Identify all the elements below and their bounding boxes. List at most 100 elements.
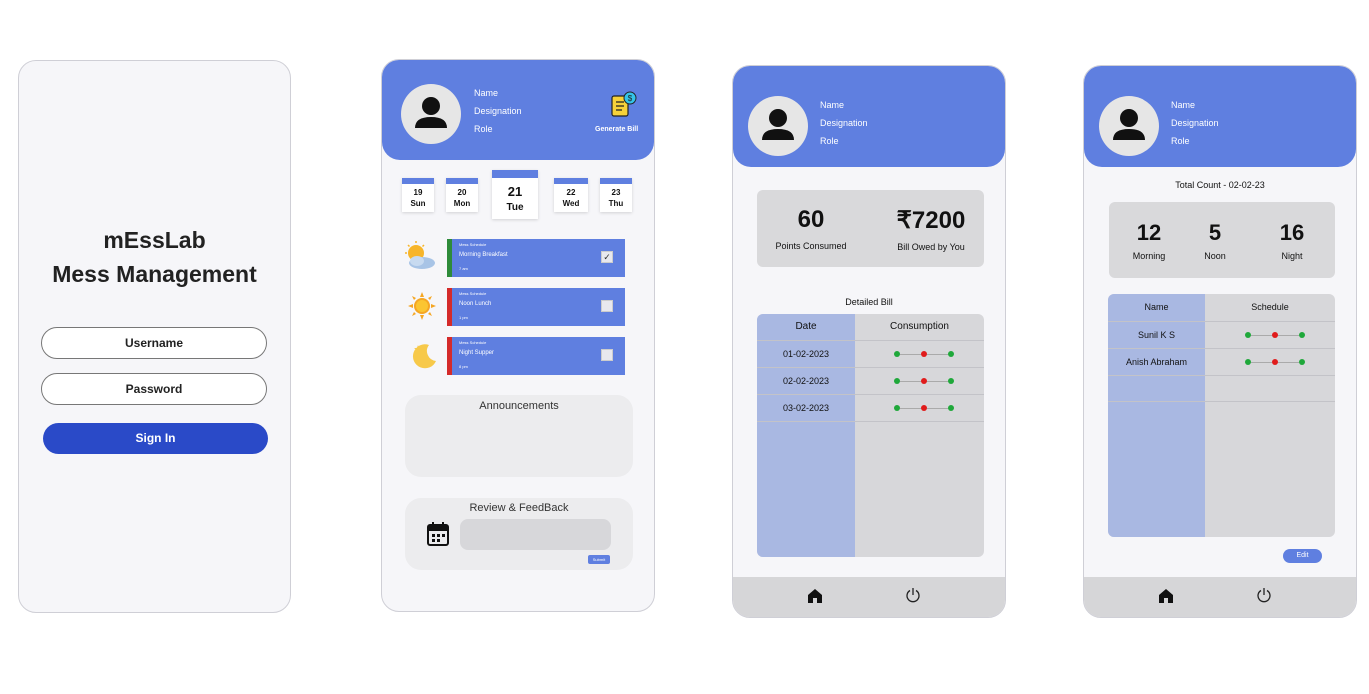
admin-screen: Name Designation Role Total Count - 02-0… [1083,65,1357,618]
detailed-bill-title: Detailed Bill [845,297,893,307]
count-summary-card: 12 Morning 5 Noon 16 Night [1109,202,1335,278]
morning-count: 12 [1136,220,1162,245]
review-panel: Review & FeedBack Submit [405,498,633,570]
edit-button[interactable]: Edit [1283,549,1322,563]
feedback-input[interactable] [460,519,611,550]
dot-connector [1251,361,1272,363]
detailed-bill-table: Date Consumption 01-02-2023 02-02-2023 0… [757,314,984,557]
dot-connector [1278,334,1299,336]
announcements-panel: Announcements [405,395,633,477]
dot-connector [900,380,921,382]
app-name: mEssLab [103,227,206,253]
green-status-dot [1245,332,1251,338]
consumption-indicator [894,351,954,357]
dot-connector [1251,334,1272,336]
red-status-dot [1272,359,1278,365]
calendar-icon[interactable] [427,522,449,551]
sun-icon [408,292,436,325]
schedule-indicator [1245,359,1305,365]
profile-header: Name Designation Role $ Generate Bill [382,60,654,160]
profile-name: Name [474,88,499,98]
red-status-dot [921,351,927,357]
column-header-date: Date [795,321,817,332]
points-value: 60 [797,206,825,233]
generate-bill-label[interactable]: Generate Bill [595,126,638,133]
column-header-consumption: Consumption [890,321,949,332]
sign-in-button[interactable]: Sign In [43,423,268,454]
table-row[interactable]: 01-02-2023 [757,341,984,367]
noon-label: Noon [1204,251,1226,261]
bill-screen: Name Designation Role 60 Points Consumed… [732,65,1006,618]
column-header-name: Name [1144,302,1169,312]
schedule-table: Name Schedule Sunil K S Anish Abraham [1108,294,1335,537]
morning-label: Morning [1132,251,1166,261]
day-chip[interactable]: 23 Thu [600,178,632,212]
consumption-indicator [894,405,954,411]
sun-cloud-icon [402,240,438,277]
green-status-dot [1299,359,1305,365]
schedule-indicator [1245,332,1305,338]
dot-connector [900,353,921,355]
red-status-dot [921,378,927,384]
day-chip[interactable]: 20 Mon [446,178,478,212]
profile-designation: Designation [474,106,522,116]
checkbox-icon[interactable]: ✓ [601,251,613,263]
review-title: Review & FeedBack [469,502,569,514]
day-chip[interactable]: 22 Wed [554,178,588,212]
bill-scroll-icon[interactable]: $ [608,90,638,125]
green-status-dot [1299,332,1305,338]
bottom-nav [1084,577,1356,617]
day-chip[interactable]: 19 Sun [402,178,434,212]
table-row[interactable]: 02-02-2023 [757,368,984,394]
green-status-dot [894,378,900,384]
red-status-dot [1272,332,1278,338]
power-icon[interactable] [905,587,921,608]
login-screen: mEssLab Mess Management Username Passwor… [18,60,291,613]
noon-count: 5 [1208,220,1222,245]
checkbox-icon[interactable] [601,349,613,361]
green-status-dot [894,351,900,357]
svg-text:$: $ [628,94,633,103]
consumption-indicator [894,378,954,384]
bill-summary-card: 60 Points Consumed ₹7200 Bill Owed by Yo… [757,190,984,267]
username-field[interactable]: Username [41,327,267,359]
meal-card-lunch[interactable]: Mess Schedule Noon Lunch 1 pm [447,288,625,326]
home-icon[interactable] [1158,588,1174,609]
night-count: 16 [1279,220,1305,245]
password-field[interactable]: Password [41,373,267,405]
green-status-dot [894,405,900,411]
checkbox-icon[interactable] [601,300,613,312]
total-count-title: Total Count - 02-02-23 [1175,180,1265,190]
profile-designation: Designation [820,118,868,128]
moon-star-icon [409,341,439,376]
green-status-dot [1245,359,1251,365]
announcements-title: Announcements [479,400,559,412]
profile-designation: Designation [1171,118,1219,128]
dot-connector [927,407,948,409]
submit-button[interactable]: Submit [588,555,610,564]
power-icon[interactable] [1256,587,1272,608]
home-icon[interactable] [807,588,823,609]
day-chip-selected[interactable]: 21 Tue [492,170,538,219]
bottom-nav [733,577,1005,617]
table-row[interactable]: 03-02-2023 [757,395,984,421]
profile-name: Name [1171,100,1196,110]
dot-connector [900,407,921,409]
green-status-dot [948,378,954,384]
green-status-dot [948,351,954,357]
meal-card-breakfast[interactable]: Mess Schedule Morning Breakfast 7 am ✓ [447,239,625,277]
bill-amount-label: Bill Owed by You [897,242,965,252]
profile-role: Role [820,136,839,146]
profile-role: Role [474,124,493,134]
avatar-icon [1099,96,1159,156]
column-header-schedule: Schedule [1251,302,1289,312]
profile-header: Name Designation Role [1084,66,1356,167]
profile-name: Name [820,100,845,110]
red-status-dot [921,405,927,411]
app-subtitle: Mess Management [52,261,257,287]
table-row[interactable]: Anish Abraham [1108,349,1335,375]
meal-card-supper[interactable]: Mess Schedule Night Supper 8 pm [447,337,625,375]
avatar-icon [748,96,808,156]
table-row[interactable]: Sunil K S [1108,322,1335,348]
dot-connector [927,353,948,355]
